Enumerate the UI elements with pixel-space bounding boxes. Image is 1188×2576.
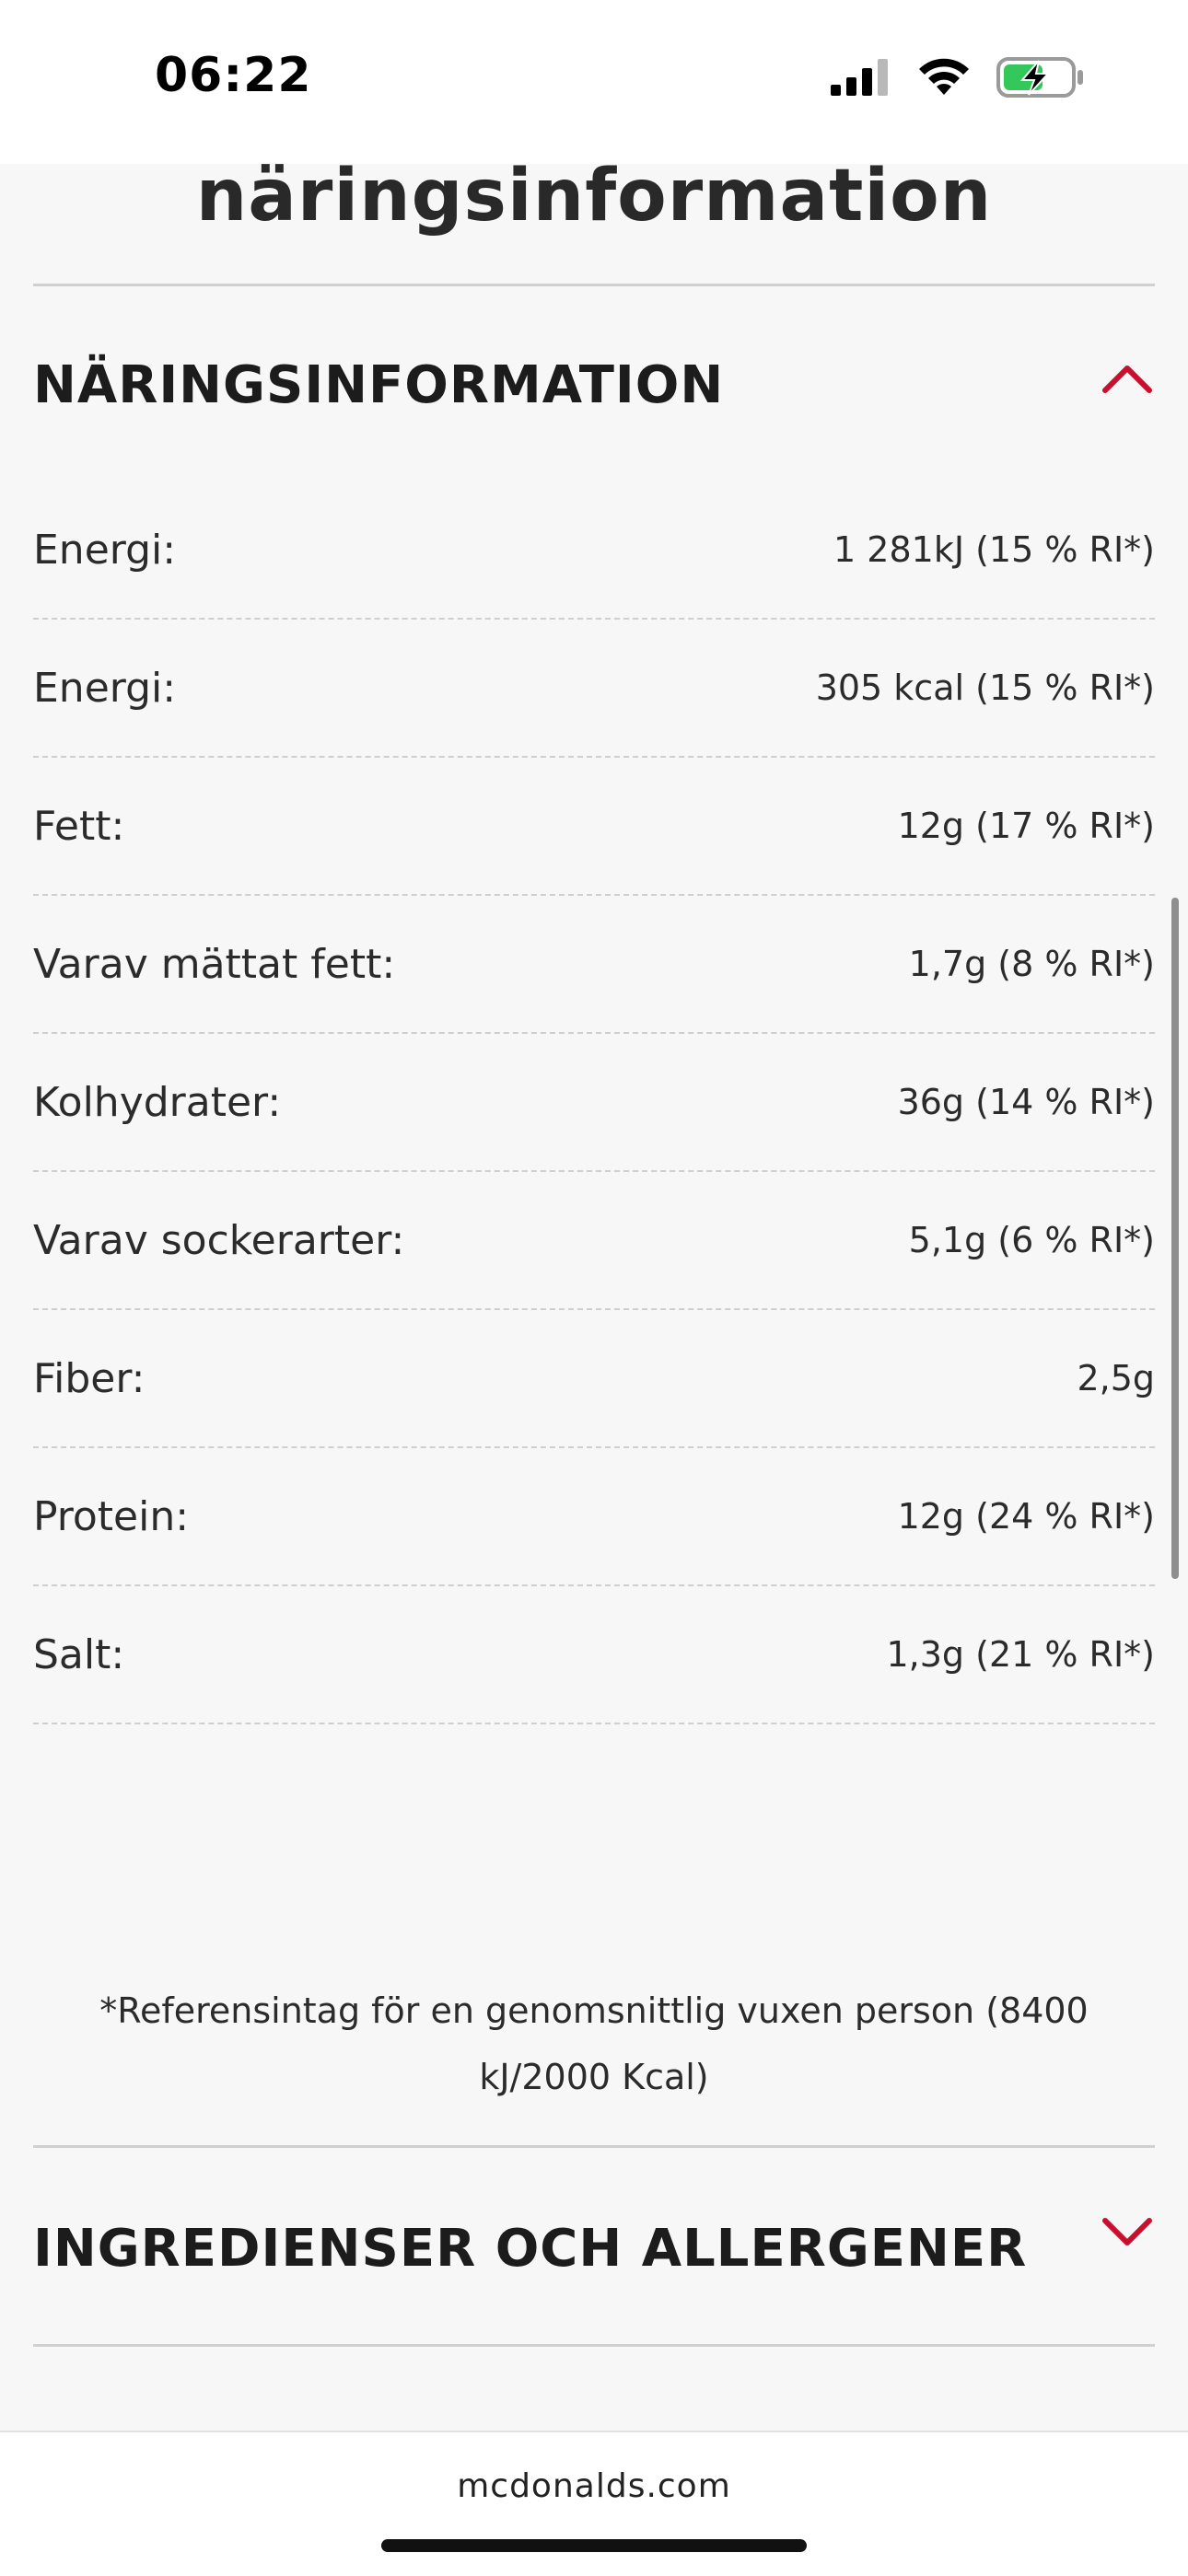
nutrition-label: Varav mättat fett: — [33, 940, 396, 988]
nutrition-label: Fiber: — [33, 1354, 146, 1402]
scrollbar[interactable] — [1171, 898, 1179, 1579]
nutrition-value: 12g (17 % RI*) — [897, 806, 1155, 846]
status-icons — [831, 57, 1085, 98]
divider — [33, 2344, 1155, 2347]
status-bar: 06:22 — [0, 0, 1188, 164]
status-time: 06:22 — [155, 48, 312, 103]
nutrition-row-saturated-fat: Varav mättat fett: 1,7g (8 % RI*) — [33, 896, 1155, 1034]
wifi-icon — [919, 58, 969, 95]
chevron-down-icon[interactable] — [1100, 2213, 1155, 2250]
nutrition-label: Fett: — [33, 802, 125, 850]
nutrition-label: Kolhydrater: — [33, 1078, 282, 1126]
nutrition-row-fat: Fett: 12g (17 % RI*) — [33, 758, 1155, 896]
url-text[interactable]: mcdonalds.com — [0, 2467, 1188, 2505]
nutrition-row-sugars: Varav sockerarter: 5,1g (6 % RI*) — [33, 1172, 1155, 1310]
nutrition-label: Energi: — [33, 664, 177, 712]
nutrition-row-energy-kcal: Energi: 305 kcal (15 % RI*) — [33, 620, 1155, 758]
page-title: näringsinformation — [195, 155, 993, 238]
nutrition-value: 1 281kJ (15 % RI*) — [833, 529, 1155, 570]
nutrition-section-title: NÄRINGSINFORMATION — [33, 355, 725, 415]
reference-intake-footnote: *Referensintag för en genomsnittlig vuxe… — [99, 1990, 1089, 2097]
ingredients-section-title: INGREDIENSER OCH ALLERGENER — [33, 2219, 1028, 2279]
nutrition-label: Protein: — [33, 1492, 190, 1540]
nutrition-label: Salt: — [33, 1630, 125, 1678]
battery-charging-icon — [996, 57, 1083, 98]
nutrition-row-salt: Salt: 1,3g (21 % RI*) — [33, 1586, 1155, 1724]
chevron-up-icon[interactable] — [1100, 359, 1155, 396]
nutrition-value: 1,3g (21 % RI*) — [886, 1634, 1155, 1675]
nutrition-row-fiber: Fiber: 2,5g — [33, 1310, 1155, 1448]
nutrition-row-protein: Protein: 12g (24 % RI*) — [33, 1448, 1155, 1586]
cellular-signal-icon — [831, 59, 888, 96]
divider — [33, 284, 1155, 286]
nutrition-row-carbohydrates: Kolhydrater: 36g (14 % RI*) — [33, 1034, 1155, 1172]
nutrition-value: 2,5g — [1077, 1358, 1155, 1398]
divider — [33, 2145, 1155, 2148]
nutrition-row-energy-kj: Energi: 1 281kJ (15 % RI*) — [33, 482, 1155, 620]
nutrition-value: 12g (24 % RI*) — [897, 1496, 1155, 1537]
nutrition-label: Varav sockerarter: — [33, 1216, 405, 1264]
nutrition-value: 1,7g (8 % RI*) — [908, 944, 1155, 984]
nutrition-value: 36g (14 % RI*) — [897, 1082, 1155, 1122]
nutrition-label: Energi: — [33, 526, 177, 574]
nutrition-value: 305 kcal (15 % RI*) — [815, 667, 1155, 708]
home-indicator[interactable] — [381, 2539, 807, 2552]
nutrition-value: 5,1g (6 % RI*) — [908, 1220, 1155, 1260]
browser-address-bar[interactable]: mcdonalds.com — [0, 2431, 1188, 2576]
